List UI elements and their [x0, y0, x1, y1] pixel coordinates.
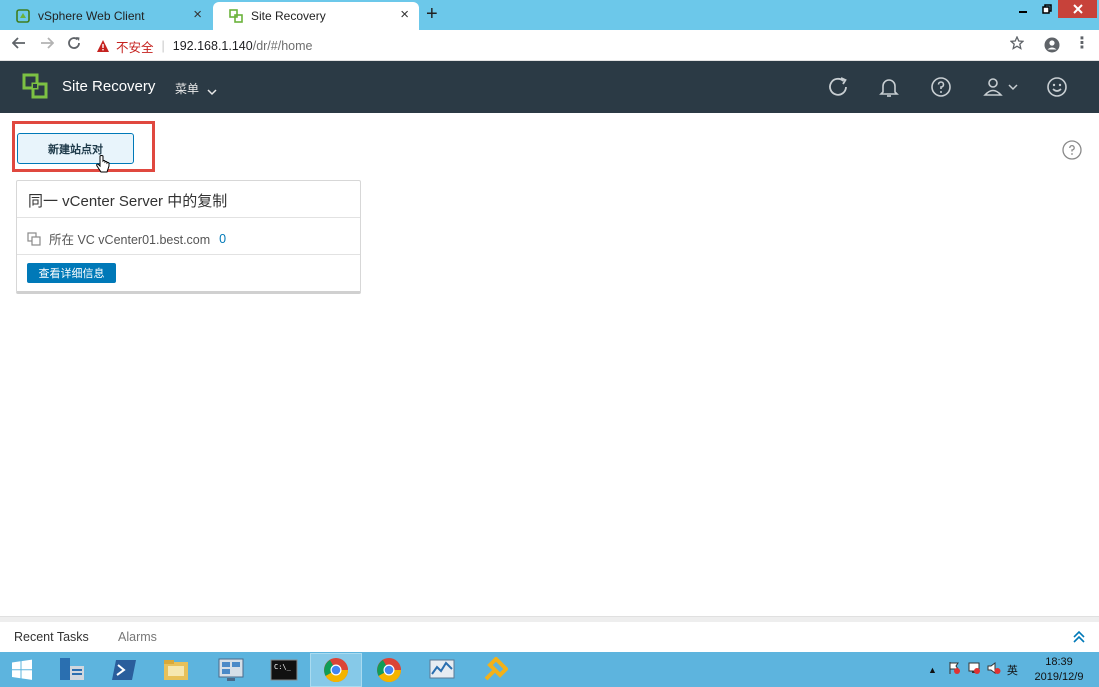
- divider: [17, 254, 360, 255]
- remote-desktop-icon[interactable]: [205, 653, 257, 687]
- volume-muted-icon[interactable]: [987, 661, 1001, 678]
- chevron-up-icon[interactable]: [1072, 630, 1086, 644]
- tab-recent-tasks[interactable]: Recent Tasks: [14, 630, 89, 644]
- view-details-button[interactable]: 查看详细信息: [27, 263, 116, 283]
- site-recovery-icon: [229, 9, 243, 23]
- page-help-icon[interactable]: [1062, 140, 1082, 160]
- vcenter-row: 所在 VC vCenter01.best.com 0: [27, 229, 226, 248]
- profile-icon[interactable]: [1044, 37, 1060, 53]
- file-explorer-icon[interactable]: [150, 653, 202, 687]
- app-header: Site Recovery 菜单: [0, 61, 1099, 113]
- command-prompt-icon[interactable]: C:\_: [258, 653, 310, 687]
- powershell-icon[interactable]: [98, 653, 150, 687]
- chrome-icon[interactable]: [310, 653, 362, 687]
- server-manager-icon[interactable]: [45, 653, 97, 687]
- url-separator: |: [161, 39, 165, 53]
- user-menu[interactable]: [981, 75, 1021, 99]
- reload-icon[interactable]: [67, 36, 81, 55]
- show-hidden-icons-icon[interactable]: ▲: [928, 665, 937, 675]
- smiley-icon[interactable]: [1045, 75, 1069, 99]
- pair-count-link[interactable]: 0: [219, 232, 226, 246]
- more-menu-icon[interactable]: ⋮: [1074, 35, 1090, 53]
- window-close-icon[interactable]: [1058, 0, 1097, 18]
- clock-time: 18:39: [1045, 656, 1073, 668]
- network-icon[interactable]: [967, 661, 981, 678]
- vsphere-icon: [16, 9, 30, 23]
- forward-arrow-icon[interactable]: [40, 36, 55, 55]
- action-center-flag-icon[interactable]: [947, 661, 961, 678]
- url-path: /dr/#/home: [252, 39, 313, 53]
- address-bar[interactable]: 不安全 | 192.168.1.140 /dr/#/home: [96, 35, 996, 57]
- tab-title: Site Recovery: [251, 9, 326, 23]
- app-title[interactable]: Site Recovery: [62, 78, 155, 95]
- pinned-app-icon[interactable]: [469, 653, 521, 687]
- performance-monitor-icon[interactable]: [416, 653, 468, 687]
- bookmark-star-icon[interactable]: [1009, 35, 1025, 55]
- browser-toolbar: 不安全 | 192.168.1.140 /dr/#/home ⋮: [0, 30, 1099, 61]
- hand-cursor-icon: [96, 155, 110, 175]
- clock-date: 2019/12/9: [1034, 671, 1084, 683]
- tab-site-recovery[interactable]: Site Recovery ×: [213, 2, 419, 30]
- minimize-icon[interactable]: [1010, 0, 1035, 18]
- browser-tab-strip: vSphere Web Client × Site Recovery × +: [0, 0, 1099, 30]
- refresh-icon[interactable]: [826, 75, 850, 99]
- close-tab-icon[interactable]: ×: [400, 7, 409, 23]
- vcenter-location-label: 所在 VC vCenter01.best.com: [49, 233, 211, 247]
- restore-icon[interactable]: [1035, 0, 1058, 18]
- card-title: 同一 vCenter Server 中的复制: [28, 193, 228, 210]
- divider: [17, 217, 360, 218]
- windows-start-icon[interactable]: [0, 653, 44, 687]
- chevron-down-icon: [207, 85, 217, 95]
- tab-title: vSphere Web Client: [38, 9, 145, 23]
- menu-label: 菜单: [175, 82, 200, 96]
- ime-indicator[interactable]: 英: [1007, 662, 1018, 678]
- security-status-label[interactable]: 不安全: [116, 37, 154, 56]
- back-arrow-icon[interactable]: [11, 36, 26, 55]
- copy-icon: [27, 231, 41, 246]
- windows-taskbar: C:\_ ▲ 英 18:39 2019/12/9: [0, 652, 1099, 687]
- close-tab-icon[interactable]: ×: [193, 7, 202, 23]
- chrome-icon[interactable]: [363, 653, 415, 687]
- main-menu[interactable]: 菜单: [175, 80, 217, 97]
- system-tray: ▲ 英: [928, 652, 1018, 687]
- bottom-panel: Recent Tasks Alarms: [0, 622, 1099, 652]
- warning-icon: [96, 39, 110, 53]
- new-tab-button[interactable]: +: [426, 4, 438, 24]
- url-host: 192.168.1.140: [172, 39, 253, 53]
- new-site-pair-button[interactable]: 新建站点对: [17, 133, 134, 164]
- replication-card: 同一 vCenter Server 中的复制 所在 VC vCenter01.b…: [16, 180, 361, 294]
- site-recovery-logo-icon: [22, 73, 50, 101]
- svg-text:C:\_: C:\_: [274, 663, 292, 671]
- help-icon[interactable]: [929, 75, 953, 99]
- tab-vsphere-web-client[interactable]: vSphere Web Client ×: [0, 2, 212, 30]
- bell-icon[interactable]: [877, 75, 901, 99]
- tab-alarms[interactable]: Alarms: [118, 630, 157, 644]
- system-clock[interactable]: 18:39 2019/12/9: [1028, 655, 1090, 685]
